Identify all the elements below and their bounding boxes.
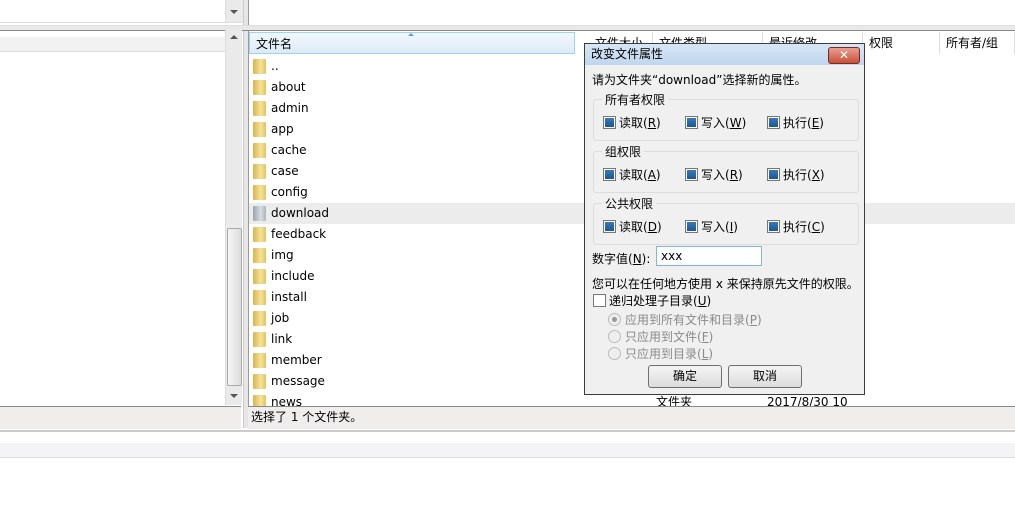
cancel-button[interactable]: 取消 [728, 365, 802, 388]
ok-button[interactable]: 确定 [648, 365, 722, 388]
folder-icon [253, 353, 266, 368]
file-name: link [271, 332, 293, 346]
file-name: img [271, 248, 294, 262]
group-label: 公共权限 [602, 195, 657, 212]
folder-icon [253, 311, 266, 326]
file-name: install [271, 290, 307, 304]
folder-icon [253, 185, 266, 200]
folder-icon [253, 206, 266, 221]
column-header-owner[interactable]: 所有者/组 [940, 32, 1015, 54]
folder-icon [253, 395, 266, 406]
checkbox-icon[interactable] [767, 220, 780, 233]
checkbox-icon[interactable] [593, 294, 606, 307]
file-name: about [271, 80, 306, 94]
permission-checkbox[interactable]: 读取(R) [603, 114, 661, 131]
sort-ascending-icon [408, 33, 414, 36]
folder-icon [253, 269, 266, 284]
file-name: download [271, 206, 330, 220]
recurse-checkbox[interactable]: 递归处理子目录(U) [593, 292, 711, 309]
queue-tabs-bar [0, 443, 1015, 458]
group-label: 所有者权限 [602, 91, 669, 108]
folder-icon [253, 248, 266, 263]
folder-icon [253, 164, 266, 179]
permission-group: 组权限读取(A) 写入(R) 执行(X) [593, 143, 859, 193]
checkbox-icon[interactable] [767, 168, 780, 181]
checkbox-icon[interactable] [603, 220, 616, 233]
folder-icon [253, 227, 266, 242]
file-name: message [271, 374, 325, 388]
folder-icon [253, 290, 266, 305]
group-label: 组权限 [602, 143, 645, 160]
file-name: app [271, 122, 294, 136]
folder-icon [253, 80, 266, 95]
dialog-title-bar[interactable]: 改变文件属性 [585, 44, 864, 65]
queue-separator [0, 430, 1015, 432]
file-name: include [271, 269, 315, 283]
status-text: 选择了 1 个文件夹。 [251, 410, 363, 424]
apply-scope-radio[interactable]: 只应用到目录(L) [608, 345, 713, 362]
folder-icon [253, 143, 266, 158]
local-status-bar [0, 406, 241, 429]
scroll-up-icon[interactable] [230, 35, 238, 39]
file-name: feedback [271, 227, 327, 241]
close-icon[interactable]: ✕ [828, 47, 860, 64]
permission-checkbox[interactable]: 执行(C) [767, 218, 825, 235]
file-name: case [271, 164, 299, 178]
folder-icon [253, 122, 266, 137]
scroll-down-icon[interactable] [230, 10, 238, 14]
folder-icon [253, 374, 266, 389]
remote-status-bar: 选择了 1 个文件夹。 [248, 406, 1015, 429]
numeric-value-input[interactable] [656, 246, 762, 266]
radio-icon[interactable] [608, 347, 621, 360]
file-name: admin [271, 101, 309, 115]
divider [0, 22, 243, 23]
file-name: job [271, 311, 290, 325]
file-name: news [271, 395, 303, 406]
checkbox-icon[interactable] [685, 116, 698, 129]
top-left-scrollbar[interactable] [225, 0, 243, 22]
permission-checkbox[interactable]: 读取(D) [603, 218, 662, 235]
permission-checkbox[interactable]: 写入(R) [685, 166, 743, 183]
permission-group: 所有者权限读取(R) 写入(W) 执行(E) [593, 91, 859, 141]
scroll-thumb[interactable] [227, 228, 242, 386]
radio-icon[interactable] [608, 313, 621, 326]
permission-checkbox[interactable]: 写入(W) [685, 114, 746, 131]
apply-scope-radio[interactable]: 只应用到文件(F) [608, 328, 713, 345]
apply-scope-radio[interactable]: 应用到所有文件和目录(P) [608, 311, 762, 328]
permission-checkbox[interactable]: 读取(A) [603, 166, 661, 183]
local-tree-header [0, 37, 225, 52]
local-tree-scrollbar[interactable] [225, 30, 242, 405]
radio-icon[interactable] [608, 330, 621, 343]
folder-icon [253, 332, 266, 347]
file-name: .. [271, 59, 279, 73]
checkbox-icon[interactable] [603, 116, 616, 129]
checkbox-icon[interactable] [603, 168, 616, 181]
scroll-down-icon[interactable] [230, 394, 238, 398]
file-name: cache [271, 143, 307, 157]
permission-group: 公共权限读取(D) 写入(I) 执行(C) [593, 195, 859, 245]
file-name: member [271, 353, 322, 367]
horizontal-splitter[interactable] [0, 25, 1015, 31]
dialog-prompt: 请为文件夹“download”选择新的属性。 [592, 73, 807, 87]
folder-icon [253, 101, 266, 116]
file-name: config [271, 185, 308, 199]
folder-icon [253, 59, 266, 74]
checkbox-icon[interactable] [685, 168, 698, 181]
hint-text: 您可以在任何地方使用 x 来保持原先文件的权限。 [592, 277, 859, 291]
checkbox-icon[interactable] [767, 116, 780, 129]
dialog-title: 改变文件属性 [591, 47, 664, 61]
permission-checkbox[interactable]: 写入(I) [685, 218, 738, 235]
numeric-value-label: 数字值(N): [592, 252, 651, 266]
column-header-permissions[interactable]: 权限 [863, 32, 940, 54]
permission-checkbox[interactable]: 执行(X) [767, 166, 825, 183]
permission-checkbox[interactable]: 执行(E) [767, 114, 824, 131]
checkbox-icon[interactable] [685, 220, 698, 233]
change-attributes-dialog: 改变文件属性 ✕ 请为文件夹“download”选择新的属性。 所有者权限读取(… [584, 43, 865, 395]
